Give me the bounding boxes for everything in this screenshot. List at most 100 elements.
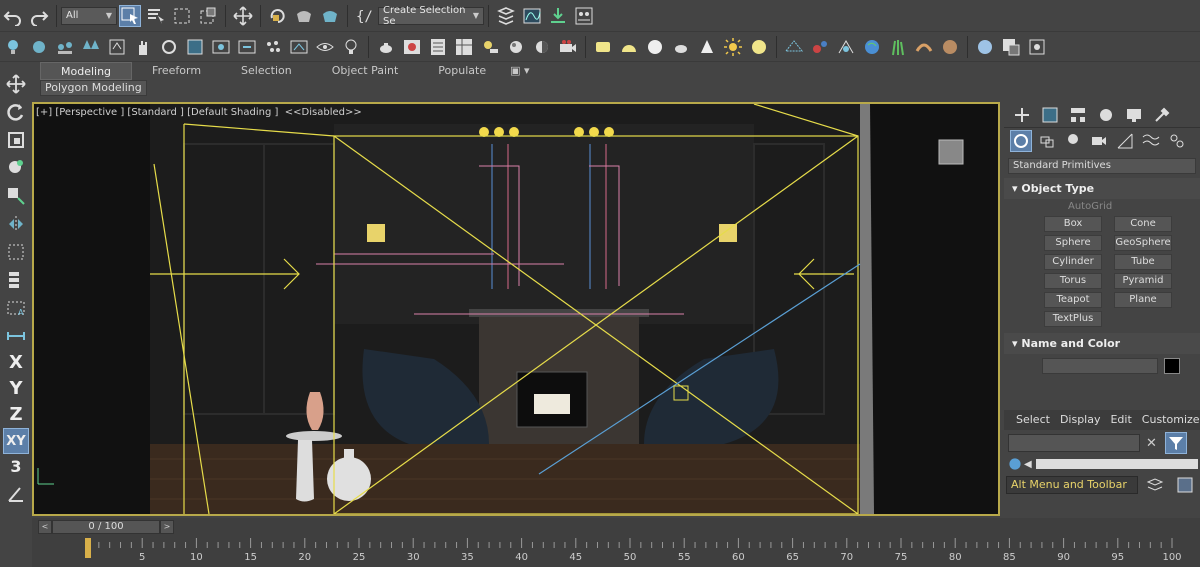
- sphere-light-icon[interactable]: [28, 36, 50, 58]
- ribbon-options-icon[interactable]: ▣ ▾: [506, 62, 533, 80]
- display-tab-icon[interactable]: [1123, 104, 1145, 126]
- toggle-scene-explorer-icon[interactable]: [495, 5, 517, 27]
- spacing-tool-icon[interactable]: [210, 36, 232, 58]
- snap-toggle-button[interactable]: 3: [3, 454, 29, 480]
- teapot-icon[interactable]: [375, 36, 397, 58]
- tab-modeling[interactable]: Modeling: [40, 62, 133, 80]
- geosphere-button[interactable]: GeoSphere: [1114, 235, 1172, 251]
- eye-icon[interactable]: [314, 36, 336, 58]
- menu-display[interactable]: Display: [1060, 413, 1101, 430]
- frame-buffer-icon[interactable]: [1000, 36, 1022, 58]
- mirror-icon[interactable]: [3, 211, 29, 237]
- half-moon-icon[interactable]: [531, 36, 553, 58]
- place-icon[interactable]: [3, 155, 29, 181]
- environment-icon[interactable]: [505, 36, 527, 58]
- edit-named-selection-icon[interactable]: {/: [354, 5, 376, 27]
- molecule-icon[interactable]: [809, 36, 831, 58]
- object-color-swatch[interactable]: [1164, 358, 1180, 374]
- cylinder-button[interactable]: Cylinder: [1044, 254, 1102, 270]
- array-icon[interactable]: [184, 36, 206, 58]
- cone-light-icon[interactable]: [696, 36, 718, 58]
- schematic-view-icon[interactable]: [547, 5, 569, 27]
- measure-icon[interactable]: [3, 323, 29, 349]
- cone-button[interactable]: Cone: [1114, 216, 1172, 232]
- select-move-icon[interactable]: [232, 5, 254, 27]
- tab-object-paint[interactable]: Object Paint: [312, 62, 419, 80]
- scatter-icon[interactable]: [54, 36, 76, 58]
- pivot-icon[interactable]: [3, 183, 29, 209]
- sky-icon[interactable]: [748, 36, 770, 58]
- scroll-left-icon[interactable]: ◀: [1024, 459, 1032, 470]
- window-crossing-icon[interactable]: [197, 5, 219, 27]
- curve-editor-icon[interactable]: [521, 5, 543, 27]
- hair-icon[interactable]: [913, 36, 935, 58]
- geometry-icon[interactable]: [1010, 130, 1032, 152]
- world-icon[interactable]: [861, 36, 883, 58]
- viewport-label[interactable]: [+] [Perspective ] [Standard ] [Default …: [36, 107, 362, 118]
- perspective-viewport[interactable]: [+] [Perspective ] [Standard ] [Default …: [32, 102, 1000, 516]
- named-selection-sets-dropdown[interactable]: Create Selection Se ▼: [378, 5, 484, 27]
- redo-icon[interactable]: [28, 5, 50, 27]
- grass-icon[interactable]: [887, 36, 909, 58]
- object-type-rollout[interactable]: ▾ Object Type: [1004, 178, 1200, 199]
- box-light-icon[interactable]: [592, 36, 614, 58]
- axis-x-button[interactable]: X: [3, 350, 29, 376]
- menu-edit[interactable]: Edit: [1110, 413, 1131, 430]
- select-by-name-icon[interactable]: [145, 5, 167, 27]
- hierarchy-sort-icon[interactable]: [1174, 474, 1196, 496]
- name-color-rollout[interactable]: ▾ Name and Color: [1004, 333, 1200, 354]
- axis-xy-button[interactable]: XY: [3, 428, 29, 454]
- autogrid-checkbox[interactable]: AutoGrid: [1004, 199, 1200, 216]
- sun-icon[interactable]: [722, 36, 744, 58]
- modify-tab-icon[interactable]: [1039, 104, 1061, 126]
- torus-button[interactable]: Torus: [1044, 273, 1102, 289]
- create-tab-icon[interactable]: [1011, 104, 1033, 126]
- disc-light-icon[interactable]: [644, 36, 666, 58]
- object-name-field[interactable]: [1042, 358, 1158, 374]
- forest-icon[interactable]: [80, 36, 102, 58]
- cameras-icon[interactable]: [1088, 130, 1110, 152]
- material-sphere-icon[interactable]: [939, 36, 961, 58]
- paint-icon[interactable]: [106, 36, 128, 58]
- scale-icon[interactable]: [3, 127, 29, 153]
- particle-icon[interactable]: [262, 36, 284, 58]
- pyramid-button[interactable]: Pyramid: [1114, 273, 1172, 289]
- array-stack-icon[interactable]: [3, 267, 29, 293]
- axis-y-button[interactable]: Y: [3, 376, 29, 402]
- tube-button[interactable]: Tube: [1114, 254, 1172, 270]
- space-warps-icon[interactable]: [1140, 130, 1162, 152]
- hierarchy-tab-icon[interactable]: [1067, 104, 1089, 126]
- search-input[interactable]: [1008, 434, 1140, 452]
- hand-icon[interactable]: [132, 36, 154, 58]
- category-dropdown[interactable]: Standard Primitives: [1008, 158, 1196, 174]
- spacing-icon[interactable]: A: [3, 295, 29, 321]
- menu-select[interactable]: Select: [1016, 413, 1050, 430]
- menu-customize[interactable]: Customize: [1142, 413, 1200, 430]
- render-setup-icon[interactable]: [427, 36, 449, 58]
- undo-icon[interactable]: [2, 5, 24, 27]
- rotate-icon[interactable]: [3, 99, 29, 125]
- frame-ruler[interactable]: 5 10 15 20 25 30 35 40 45 50 55 60 65 70 75 80 85 90 95 100: [32, 536, 1200, 567]
- dynamics-icon[interactable]: [288, 36, 310, 58]
- utilities-tab-icon[interactable]: [1151, 104, 1173, 126]
- selection-filter-dropdown[interactable]: All ▼: [61, 6, 117, 25]
- material-editor-icon[interactable]: [573, 5, 595, 27]
- cloth-icon[interactable]: [158, 36, 180, 58]
- rect-selection-region-icon[interactable]: [171, 5, 193, 27]
- render-frame-icon[interactable]: [401, 36, 423, 58]
- helpers-icon[interactable]: [1114, 130, 1136, 152]
- frame-indicator[interactable]: 0 / 100: [52, 520, 160, 534]
- select-object-icon[interactable]: [119, 4, 141, 27]
- plane-button[interactable]: Plane: [1114, 292, 1172, 308]
- box-button[interactable]: Box: [1044, 216, 1102, 232]
- dome-light-icon[interactable]: [618, 36, 640, 58]
- render-production-icon[interactable]: [479, 36, 501, 58]
- angle-snap-icon[interactable]: [3, 481, 29, 507]
- floating-window-icon[interactable]: [1026, 36, 1048, 58]
- select-scale-icon[interactable]: [293, 5, 315, 27]
- motion-tab-icon[interactable]: [1095, 104, 1117, 126]
- sphere-button[interactable]: Sphere: [1044, 235, 1102, 251]
- teapot-light-icon[interactable]: [670, 36, 692, 58]
- move-icon[interactable]: [3, 71, 29, 97]
- horizontal-scrollbar[interactable]: [1035, 459, 1198, 469]
